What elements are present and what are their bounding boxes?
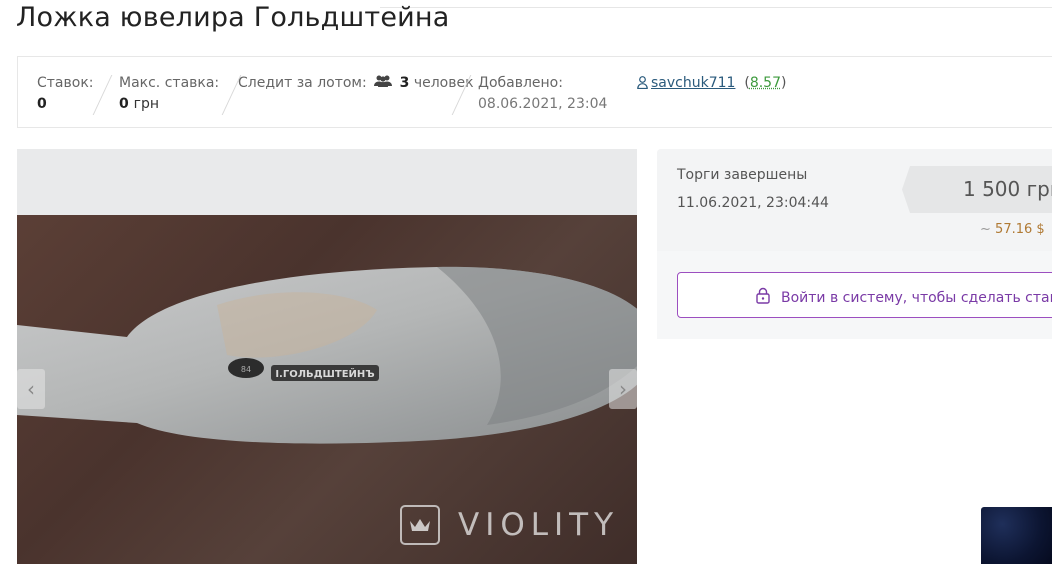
seller-rating[interactable]: 8.57	[750, 75, 781, 91]
user-icon	[637, 76, 648, 93]
seller-info: savchuk711 (8.57)	[637, 75, 786, 93]
watchers-label: Следит за лотом:	[238, 75, 367, 91]
watchers-count: 3	[399, 75, 410, 91]
login-box: Войти в систему, чтобы сделать ставку	[657, 253, 1052, 339]
max-bid-value: 0	[119, 96, 129, 112]
usd-tilde: ~	[980, 222, 991, 237]
top-divider	[380, 7, 1052, 8]
bids-value: 0	[37, 96, 47, 112]
chevron-left-icon: ‹	[27, 377, 35, 401]
login-to-bid-button[interactable]: Войти в систему, чтобы сделать ставку	[677, 272, 1052, 318]
chevron-right-icon: ›	[619, 377, 627, 401]
usd-value: 57.16 $	[995, 222, 1045, 237]
page-title: Ложка ювелира Гольдштейна	[16, 2, 450, 33]
watermark-text: VIOLITY	[458, 507, 620, 543]
watermark: VIOLITY	[400, 505, 619, 545]
prev-photo-button[interactable]: ‹	[17, 369, 45, 409]
auction-status: Торги завершены	[677, 167, 808, 183]
added-label: Добавлено:	[478, 75, 563, 91]
max-bid-label: Макс. ставка:	[119, 75, 220, 91]
photo-gallery: 84 I.ГОЛЬДШТЕЙНЪ ‹ › VIOLITY	[17, 149, 637, 564]
price-usd: ~ 57.16 $	[980, 222, 1045, 237]
lot-stats-bar: Ставок: 0 Макс. ставка: 0 грн Следит за …	[17, 56, 1052, 128]
lock-icon	[755, 287, 771, 308]
auction-end-date: 11.06.2021, 23:04:44	[677, 195, 829, 211]
max-bid-stat: Макс. ставка: 0 грн	[119, 75, 219, 112]
max-bid-value-wrap: 0 грн	[119, 96, 219, 112]
stat-divider	[92, 75, 113, 115]
added-value: 08.06.2021, 23:04	[478, 96, 608, 112]
hallmark-text: I.ГОЛЬДШТЕЙНЪ	[275, 367, 374, 380]
svg-text:84: 84	[241, 365, 251, 374]
watchers-stat: Следит за лотом: 3 человек	[238, 75, 474, 91]
people-icon	[373, 75, 393, 91]
added-stat: Добавлено: 08.06.2021, 23:04	[478, 75, 607, 112]
crown-icon	[400, 505, 440, 545]
bids-label: Ставок:	[37, 75, 94, 91]
max-bid-unit: грн	[133, 96, 160, 112]
auction-panel: Торги завершены 11.06.2021, 23:04:44 1 5…	[657, 149, 1052, 339]
corner-thumbnail[interactable]	[981, 507, 1052, 564]
seller-link[interactable]: savchuk711	[651, 75, 735, 91]
login-to-bid-label: Войти в систему, чтобы сделать ставку	[781, 289, 1052, 306]
next-photo-button[interactable]: ›	[609, 369, 637, 409]
auction-status-box: Торги завершены 11.06.2021, 23:04:44 1 5…	[657, 149, 1052, 251]
bids-stat: Ставок: 0	[37, 75, 94, 112]
final-price: 1 500 грн	[963, 177, 1052, 201]
